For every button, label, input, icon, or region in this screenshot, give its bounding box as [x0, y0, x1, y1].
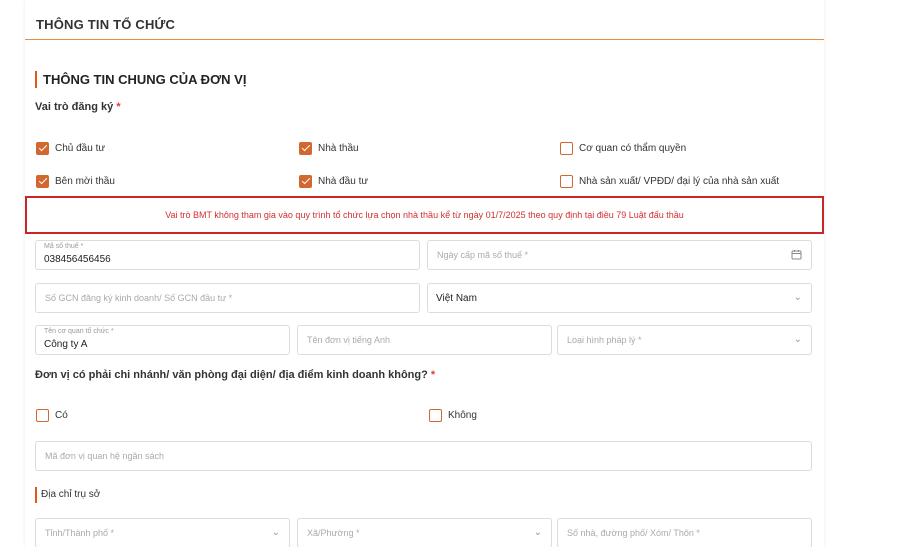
country-select[interactable]: Việt Nam ⌄ [427, 283, 812, 313]
legal-type-select[interactable]: Loại hình pháp lý * ⌄ [557, 325, 812, 355]
checkbox-checked-icon[interactable] [36, 174, 49, 188]
checkbox-empty-icon[interactable] [36, 408, 49, 422]
tax-date-field[interactable]: Ngày cấp mã số thuế * [427, 240, 812, 270]
role-checkbox-chu-dau-tu[interactable]: Chủ đầu tư [36, 141, 105, 155]
budget-code-field[interactable]: Mã đơn vị quan hệ ngân sách [35, 441, 812, 471]
warning-text: Vai trò BMT không tham gia vào quy trình… [165, 210, 684, 220]
chevron-down-icon: ⌄ [271, 527, 280, 538]
branch-no-checkbox[interactable]: Không [429, 408, 477, 422]
ward-select[interactable]: Xã/Phường * ⌄ [297, 518, 552, 547]
branch-yes-checkbox[interactable]: Có [36, 408, 68, 422]
checkbox-empty-icon[interactable] [560, 174, 573, 188]
role-checkbox-co-quan[interactable]: Cơ quan có thẩm quyền [560, 141, 686, 155]
warning-banner: Vai trò BMT không tham gia vào quy trình… [25, 196, 824, 234]
street-field[interactable]: Số nhà, đường phố/ Xóm/ Thôn * [557, 518, 812, 547]
required-mark: * [116, 101, 121, 113]
section-title: THÔNG TIN CHUNG CỦA ĐƠN VỊ [35, 71, 246, 88]
role-label: Vai trò đăng ký * [35, 101, 121, 113]
calendar-icon[interactable] [791, 249, 802, 263]
checkbox-checked-icon[interactable] [299, 141, 312, 155]
chevron-down-icon: ⌄ [793, 292, 802, 303]
checkbox-checked-icon[interactable] [36, 141, 49, 155]
gcn-field[interactable]: Số GCN đăng ký kinh doanh/ Số GCN đầu tư… [35, 283, 420, 313]
english-name-field[interactable]: Tên đơn vị tiếng Anh [297, 325, 552, 355]
required-mark: * [430, 369, 436, 381]
chevron-down-icon: ⌄ [793, 334, 802, 345]
province-select[interactable]: Tỉnh/Thành phố * ⌄ [35, 518, 290, 547]
role-checkbox-nha-dau-tu[interactable]: Nhà đầu tư [299, 174, 368, 188]
role-checkbox-ben-moi-thau[interactable]: Bên mời thầu [36, 174, 115, 188]
tax-code-field[interactable]: Mã số thuế * 038456456456 [35, 240, 420, 270]
checkbox-empty-icon[interactable] [429, 408, 442, 422]
address-label: Địa chỉ trụ sở [35, 487, 100, 503]
checkbox-checked-icon[interactable] [299, 174, 312, 188]
checkbox-empty-icon[interactable] [560, 141, 573, 155]
chevron-down-icon: ⌄ [533, 527, 542, 538]
branch-question: Đơn vị có phải chi nhánh/ văn phòng đại … [35, 369, 436, 381]
role-checkbox-nha-thau[interactable]: Nhà thầu [299, 141, 359, 155]
organization-card: THÔNG TIN TỔ CHỨC THÔNG TIN CHUNG CỦA ĐƠ… [25, 0, 824, 547]
page-title: THÔNG TIN TỔ CHỨC [36, 17, 176, 32]
org-name-field[interactable]: Tên cơ quan tổ chức * Công ty A [35, 325, 290, 355]
role-checkbox-nha-san-xuat[interactable]: Nhà sản xuất/ VPĐD/ đại lý của nhà sản x… [560, 174, 779, 188]
card-header: THÔNG TIN TỔ CHỨC [25, 0, 824, 40]
